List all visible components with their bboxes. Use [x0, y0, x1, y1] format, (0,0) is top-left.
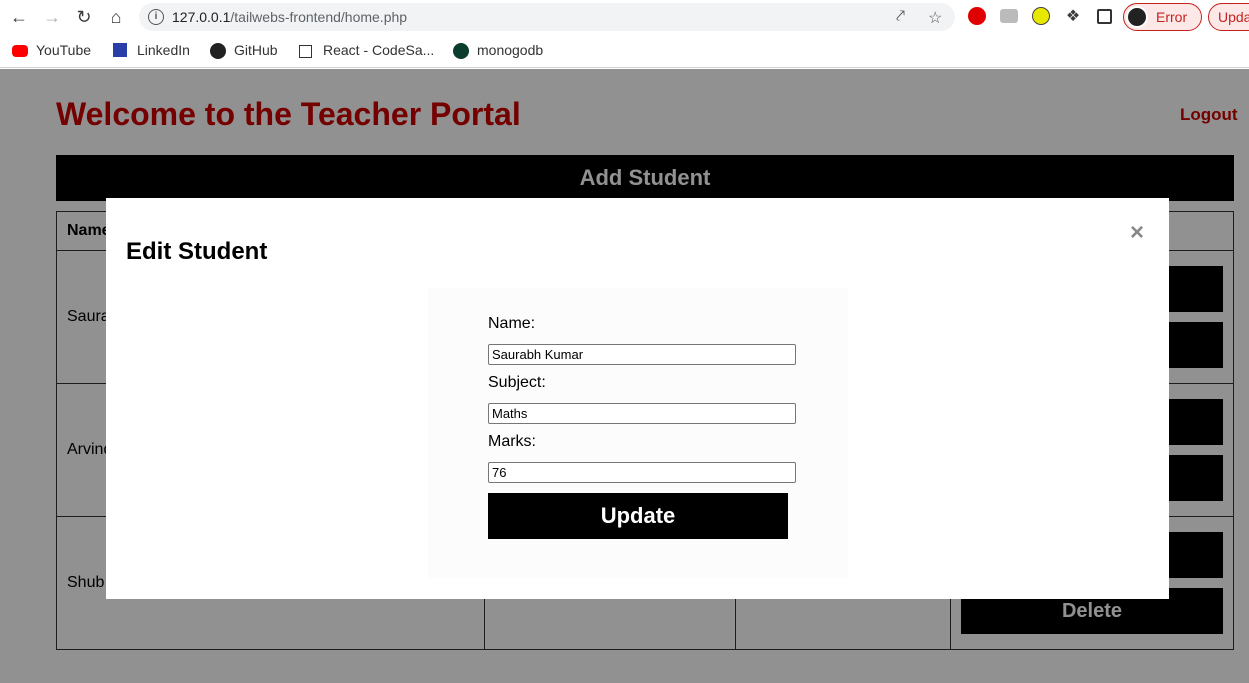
- bookmark-star-icon[interactable]: ☆: [928, 8, 942, 28]
- url-host: 127.0.0.1: [172, 9, 231, 25]
- marks-label: Marks:: [488, 433, 536, 450]
- reload-icon[interactable]: ↻: [73, 6, 95, 28]
- name-input[interactable]: [488, 344, 796, 365]
- youtube-icon: [12, 45, 28, 57]
- update-button[interactable]: Update: [488, 493, 788, 539]
- site-info-icon[interactable]: i: [148, 9, 164, 25]
- extensions-puzzle-icon[interactable]: ❖: [1062, 6, 1084, 28]
- url-path: /tailwebs-frontend/home.php: [230, 9, 408, 25]
- close-icon[interactable]: ×: [1130, 219, 1144, 247]
- back-icon[interactable]: ←: [8, 6, 30, 28]
- address-bar[interactable]: i 127.0.0.1/tailwebs-frontend/home.php ⤤…: [139, 3, 955, 31]
- yellow-extension-icon[interactable]: [1032, 7, 1050, 25]
- opera-extension-icon[interactable]: [968, 7, 986, 25]
- avatar: [1126, 6, 1148, 28]
- name-label: Name:: [488, 315, 536, 332]
- update-chip-label: Upda: [1218, 9, 1249, 25]
- bookmark-label: YouTube: [36, 42, 92, 58]
- mongodb-icon: [453, 43, 469, 59]
- bookmark-label: LinkedIn: [137, 42, 190, 58]
- sidepanel-icon[interactable]: [1097, 9, 1112, 24]
- subject-label: Subject:: [488, 374, 546, 391]
- home-icon[interactable]: ⌂: [105, 6, 127, 28]
- page-icon: [299, 45, 312, 58]
- bookmark-label: monogodb: [477, 42, 544, 58]
- modal-title: Edit Student: [126, 238, 268, 265]
- browser-toolbar: ← → ↻ ⌂ i 127.0.0.1/tailwebs-frontend/ho…: [0, 0, 1249, 34]
- share-icon[interactable]: ⤤: [896, 8, 905, 26]
- profile-status: Error: [1156, 9, 1188, 25]
- profile-button[interactable]: Error: [1123, 3, 1202, 31]
- bookmarks-bar: YouTube LinkedIn GitHub React - CodeSa..…: [0, 34, 1249, 68]
- bookmark-label: React - CodeSa...: [323, 42, 435, 58]
- github-icon: [210, 43, 226, 59]
- forward-icon[interactable]: →: [41, 6, 63, 28]
- edit-student-form: Name: Subject: Marks: Update: [428, 288, 848, 578]
- edit-student-modal: Edit Student × Name: Subject: Marks: Upd…: [106, 198, 1169, 599]
- linkedin-icon: [113, 43, 127, 57]
- marks-input[interactable]: [488, 462, 796, 483]
- bookmark-label: GitHub: [234, 42, 278, 58]
- url-text[interactable]: 127.0.0.1/tailwebs-frontend/home.php: [172, 9, 407, 25]
- subject-input[interactable]: [488, 403, 796, 424]
- camera-extension-icon[interactable]: [1000, 9, 1018, 23]
- update-button[interactable]: Upda: [1208, 3, 1249, 31]
